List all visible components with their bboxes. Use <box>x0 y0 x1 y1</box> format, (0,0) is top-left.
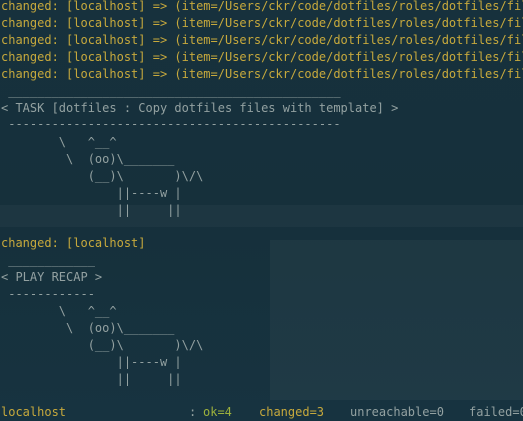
cowsay-ascii-line: (__)\ )\/\ <box>1 338 204 352</box>
output-line-changed-item: changed: [localhost] => (item=/Users/ckr… <box>1 0 523 13</box>
recap-separator: : <box>189 405 204 419</box>
output-line-changed-item: changed: [localhost] => (item=/Users/ckr… <box>1 67 523 81</box>
cowsay-ascii-line: ||----w | <box>1 355 182 369</box>
cowsay-ascii-line: || || <box>1 203 182 217</box>
recap-failed-count: failed=0 <box>469 405 523 419</box>
recap-changed-count: changed=3 <box>259 405 325 419</box>
recap-banner-top: ____________ <box>1 253 95 267</box>
recap-banner-text: < PLAY RECAP > <box>1 270 103 284</box>
cowsay-ascii-line: \ (oo)\_______ <box>1 152 175 166</box>
task-banner-bottom: ----------------------------------------… <box>1 117 341 131</box>
cowsay-ascii-line: \ ^__^ <box>1 135 117 149</box>
cowsay-ascii-line: (__)\ )\/\ <box>1 169 204 183</box>
output-line-changed-item: changed: [localhost] => (item=/Users/ckr… <box>1 16 523 30</box>
recap-banner-bottom: ------------ <box>1 287 95 301</box>
output-line-changed-item: changed: [localhost] => (item=/Users/ckr… <box>1 50 523 64</box>
background-window <box>270 240 523 400</box>
output-line-changed: changed: [localhost] <box>1 236 146 250</box>
recap-unreachable-count: unreachable=0 <box>350 405 444 419</box>
cowsay-ascii-line: \ ^__^ <box>1 304 117 318</box>
terminal-window[interactable]: changed: [localhost] => (item=/Users/ckr… <box>0 0 523 421</box>
output-line-changed-item: changed: [localhost] => (item=/Users/ckr… <box>1 33 523 47</box>
cowsay-ascii-line: \ (oo)\_______ <box>1 321 175 335</box>
cowsay-ascii-line: ||----w | <box>1 186 182 200</box>
recap-host: localhost <box>1 405 67 419</box>
task-banner-top: ________________________________________… <box>1 84 341 98</box>
recap-ok-count: ok=4 <box>203 405 232 419</box>
cowsay-ascii-line: || || <box>1 372 182 386</box>
task-banner-text: < TASK [dotfiles : Copy dotfiles files w… <box>1 101 399 115</box>
